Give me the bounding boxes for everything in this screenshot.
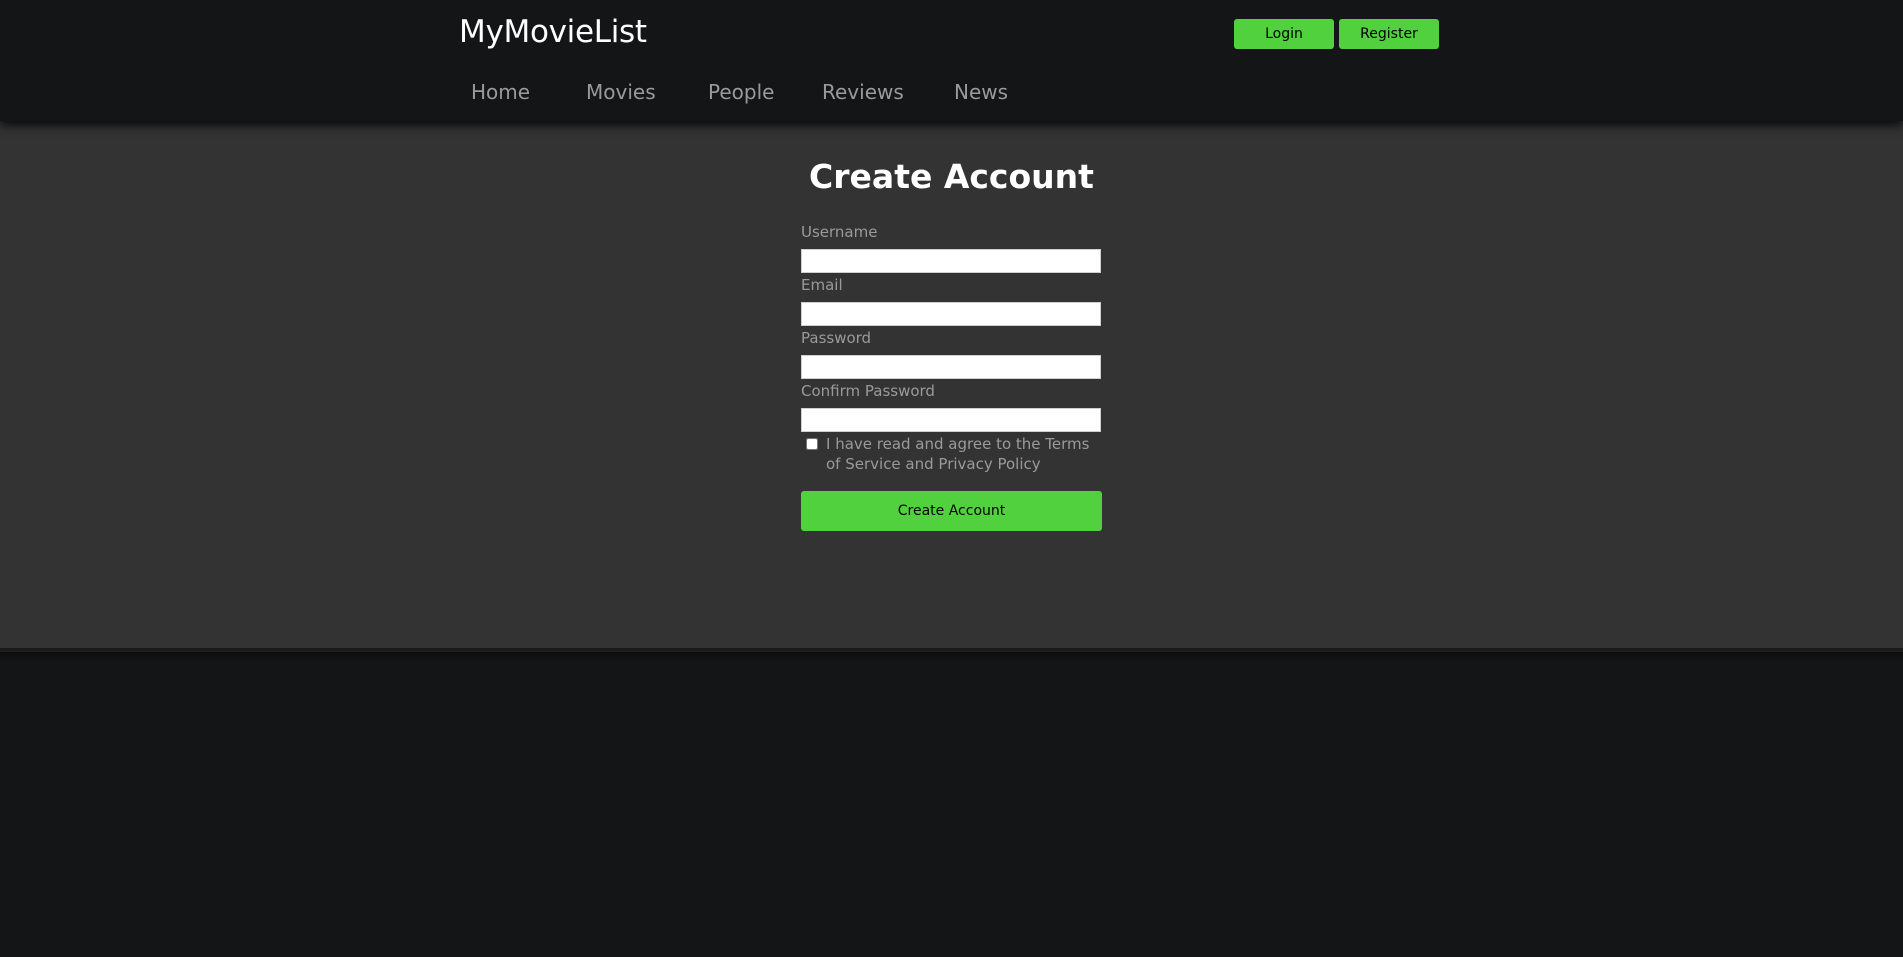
register-button[interactable]: Register — [1339, 19, 1439, 49]
password-label: Password — [801, 329, 872, 347]
confirm-password-input[interactable] — [801, 408, 1101, 432]
main-nav: Home Movies People Reviews News — [0, 80, 1903, 110]
terms-label: I have read and agree to the Terms of Se… — [826, 435, 1090, 473]
password-input[interactable] — [801, 355, 1101, 379]
site-header: MyMovieList Login Register Home Movies P… — [0, 0, 1903, 121]
confirm-password-label: Confirm Password — [801, 382, 935, 400]
username-label: Username — [801, 223, 878, 241]
login-button[interactable]: Login — [1234, 19, 1334, 49]
terms-checkbox[interactable] — [806, 438, 818, 450]
nav-item-reviews[interactable]: Reviews — [822, 80, 904, 104]
email-label: Email — [801, 276, 843, 294]
site-title[interactable]: MyMovieList — [459, 14, 647, 50]
username-input[interactable] — [801, 249, 1101, 273]
nav-item-movies[interactable]: Movies — [586, 80, 656, 104]
main-content: Create Account Username Email Password C… — [0, 121, 1903, 652]
create-account-button[interactable]: Create Account — [801, 491, 1102, 531]
footer-divider — [0, 648, 1903, 662]
nav-item-people[interactable]: People — [708, 80, 774, 104]
page-title: Create Account — [809, 157, 1094, 196]
email-input[interactable] — [801, 302, 1101, 326]
nav-item-home[interactable]: Home — [471, 80, 530, 104]
nav-item-news[interactable]: News — [954, 80, 1008, 104]
